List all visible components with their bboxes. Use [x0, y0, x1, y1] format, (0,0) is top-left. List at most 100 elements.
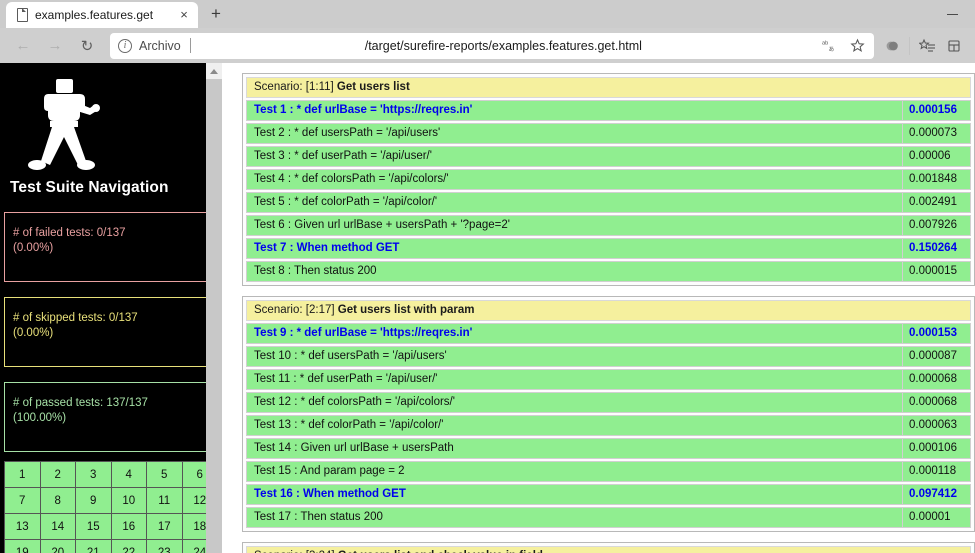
test-number-cell[interactable]: 20 [40, 540, 76, 553]
test-step-row[interactable]: Test 2 : * def usersPath = '/api/users' 0… [246, 123, 971, 144]
test-step-duration: 0.000156 [903, 100, 971, 121]
scheme-label: Archivo [139, 38, 181, 53]
test-number-cell[interactable]: 22 [111, 540, 147, 553]
test-step-duration: 0.000106 [903, 438, 971, 459]
test-step-name[interactable]: Test 6 : Given url urlBase + usersPath +… [246, 215, 903, 236]
test-step-row[interactable]: Test 7 : When method GET 0.150264 [246, 238, 971, 259]
test-step-name[interactable]: Test 15 : And param page = 2 [246, 461, 903, 482]
stat-skipped-line1: # of skipped tests: 0/137 [13, 312, 138, 324]
stat-skipped-tests: # of skipped tests: 0/137 (0.00%) [4, 297, 218, 367]
test-number-cell[interactable]: 11 [147, 488, 183, 514]
close-icon[interactable]: × [176, 7, 192, 23]
test-step-name[interactable]: Test 10 : * def usersPath = '/api/users' [246, 346, 903, 367]
test-number-cell[interactable]: 1 [5, 462, 41, 488]
test-number-cell[interactable]: 9 [76, 488, 112, 514]
test-number-cell[interactable]: 5 [147, 462, 183, 488]
sidebar-scrollbar[interactable] [206, 63, 222, 553]
test-step-row[interactable]: Test 4 : * def colorsPath = '/api/colors… [246, 169, 971, 190]
test-step-row[interactable]: Test 9 : * def urlBase = 'https://reqres… [246, 323, 971, 344]
test-number-cell[interactable]: 2 [40, 462, 76, 488]
test-number-cell[interactable]: 21 [76, 540, 112, 553]
test-step-row[interactable]: Test 17 : Then status 200 0.00001 [246, 507, 971, 528]
test-step-row[interactable]: Test 15 : And param page = 2 0.000118 [246, 461, 971, 482]
scenario-header[interactable]: Scenario: [1:11] Get users list [246, 77, 971, 98]
scroll-up-icon[interactable] [206, 63, 222, 79]
test-step-duration: 0.00001 [903, 507, 971, 528]
test-step-duration: 0.000153 [903, 323, 971, 344]
test-step-row[interactable]: Test 6 : Given url urlBase + usersPath +… [246, 215, 971, 236]
test-step-row[interactable]: Test 14 : Given url urlBase + usersPath 0… [246, 438, 971, 459]
svg-text:あ: あ [828, 46, 834, 53]
test-step-name[interactable]: Test 5 : * def colorPath = '/api/color/' [246, 192, 903, 213]
forward-button[interactable]: → [40, 32, 70, 60]
test-step-name[interactable]: Test 17 : Then status 200 [246, 507, 903, 528]
minimize-button[interactable] [930, 0, 975, 28]
test-step-row[interactable]: Test 12 : * def colorsPath = '/api/color… [246, 392, 971, 413]
test-number-cell[interactable]: 15 [76, 514, 112, 540]
test-number-cell[interactable]: 23 [147, 540, 183, 553]
test-number-cell[interactable]: 17 [147, 514, 183, 540]
page-title: Test Suite Navigation [10, 179, 169, 196]
test-step-row[interactable]: Test 10 : * def usersPath = '/api/users'… [246, 346, 971, 367]
test-step-duration: 0.000118 [903, 461, 971, 482]
test-step-name[interactable]: Test 4 : * def colorsPath = '/api/colors… [246, 169, 903, 190]
translate-icon[interactable]: ab あ [816, 34, 842, 58]
test-step-duration: 0.001848 [903, 169, 971, 190]
test-number-cell[interactable]: 10 [111, 488, 147, 514]
test-step-duration: 0.007926 [903, 215, 971, 236]
browser-tab[interactable]: examples.features.get × [6, 2, 198, 28]
logo-container [0, 63, 222, 173]
test-step-name[interactable]: Test 13 : * def colorPath = '/api/color/… [246, 415, 903, 436]
omnibox-icons: ab あ [816, 34, 870, 58]
test-step-duration: 0.150264 [903, 238, 971, 259]
new-tab-button[interactable]: + [203, 2, 229, 28]
test-step-duration: 0.00006 [903, 146, 971, 167]
url-text[interactable]: /target/surefire-reports/examples.featur… [191, 39, 816, 53]
address-bar[interactable]: i Archivo /target/surefire-reports/examp… [110, 32, 874, 59]
test-step-name[interactable]: Test 9 : * def urlBase = 'https://reqres… [246, 323, 903, 344]
test-number-cell[interactable]: 7 [5, 488, 41, 514]
test-number-cell[interactable]: 4 [111, 462, 147, 488]
test-step-name[interactable]: Test 8 : Then status 200 [246, 261, 903, 282]
read-aloud-icon[interactable] [879, 34, 905, 58]
test-step-row[interactable]: Test 5 : * def colorPath = '/api/color/'… [246, 192, 971, 213]
test-step-row[interactable]: Test 16 : When method GET 0.097412 [246, 484, 971, 505]
reload-button[interactable]: ↻ [72, 32, 102, 60]
divider [909, 36, 910, 55]
test-step-row[interactable]: Test 8 : Then status 200 0.000015 [246, 261, 971, 282]
test-number-cell[interactable]: 14 [40, 514, 76, 540]
scenario-header[interactable]: Scenario: [3:24] Get users list and chec… [246, 546, 971, 553]
test-step-name[interactable]: Test 14 : Given url urlBase + usersPath [246, 438, 903, 459]
test-step-name[interactable]: Test 12 : * def colorsPath = '/api/color… [246, 392, 903, 413]
stat-failed-line2: (0.00%) [13, 242, 54, 254]
test-step-name[interactable]: Test 16 : When method GET [246, 484, 903, 505]
test-step-row[interactable]: Test 11 : * def userPath = '/api/user/' 0… [246, 369, 971, 390]
test-number-cell[interactable]: 16 [111, 514, 147, 540]
test-step-name[interactable]: Test 1 : * def urlBase = 'https://reqres… [246, 100, 903, 121]
test-step-name[interactable]: Test 2 : * def usersPath = '/api/users' [246, 123, 903, 144]
test-number-cell[interactable]: 8 [40, 488, 76, 514]
test-step-duration: 0.000087 [903, 346, 971, 367]
test-step-name[interactable]: Test 7 : When method GET [246, 238, 903, 259]
stat-passed-tests: # of passed tests: 137/137 (100.00%) [4, 382, 218, 452]
favorite-star-icon[interactable] [844, 34, 870, 58]
test-step-row[interactable]: Test 3 : * def userPath = '/api/user/' 0.… [246, 146, 971, 167]
test-step-name[interactable]: Test 11 : * def userPath = '/api/user/' [246, 369, 903, 390]
test-step-row[interactable]: Test 13 : * def colorPath = '/api/color/… [246, 415, 971, 436]
scenario-name: Get users list [336, 81, 410, 93]
test-step-name[interactable]: Test 3 : * def userPath = '/api/user/' [246, 146, 903, 167]
scenario-header[interactable]: Scenario: [2:17] Get users list with par… [246, 300, 971, 321]
test-step-duration: 0.000068 [903, 392, 971, 413]
test-number-cell[interactable]: 13 [5, 514, 41, 540]
favorites-list-icon[interactable] [914, 34, 940, 58]
info-icon[interactable]: i [118, 38, 132, 53]
test-number-cell[interactable]: 3 [76, 462, 112, 488]
test-step-duration: 0.000073 [903, 123, 971, 144]
scenario-block: Scenario: [3:24] Get users list and chec… [242, 542, 975, 553]
collections-icon[interactable] [941, 34, 967, 58]
navigation-toolbar: ← → ↻ i Archivo /target/surefire-reports… [0, 28, 975, 63]
window-controls [930, 0, 975, 28]
test-step-row[interactable]: Test 1 : * def urlBase = 'https://reqres… [246, 100, 971, 121]
back-button[interactable]: ← [8, 32, 38, 60]
test-number-cell[interactable]: 19 [5, 540, 41, 553]
